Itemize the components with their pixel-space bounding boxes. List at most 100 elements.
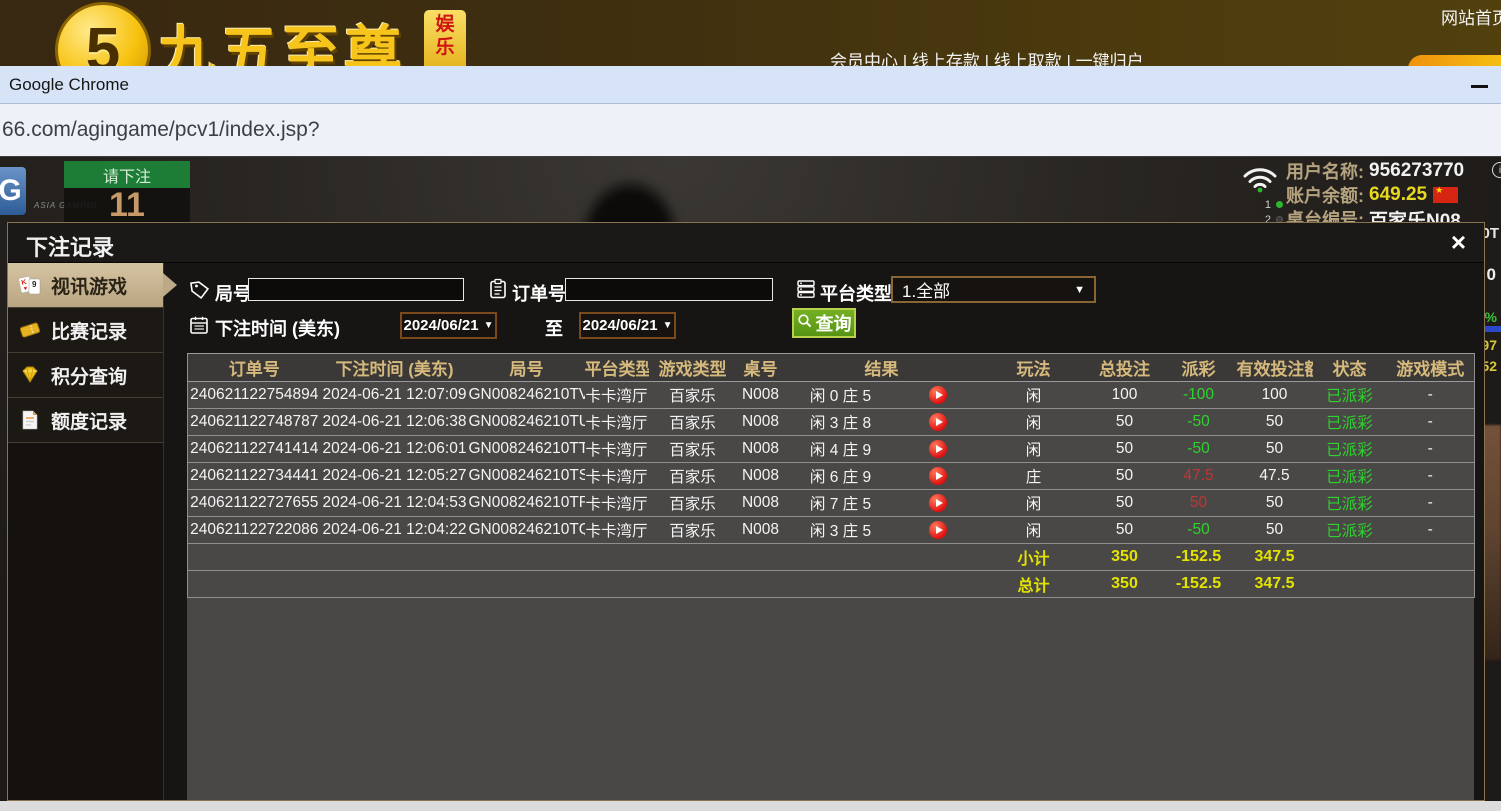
col-header-game-mode: 游戏模式 [1387,354,1475,382]
url-text[interactable]: 66.com/agingame/pcv1/index.jsp? [2,118,320,142]
col-header-playtype: 玩法 [979,354,1089,382]
bet-time-filter-label: 下注时间 (美东) [215,315,340,341]
cell-playtype: 闲 [979,382,1089,409]
diamond-icon [18,363,42,387]
cell-time: 2024-06-21 12:06:38 [321,409,469,436]
query-button[interactable]: 查询 [792,308,856,338]
replay-play-icon[interactable] [929,413,947,431]
replay-play-icon[interactable] [929,521,947,539]
cell-total-bet: 50 [1089,436,1161,463]
order-input[interactable] [565,278,773,301]
sidebar-item-match-records[interactable]: 比赛记录 [8,308,163,353]
cell-valid-bet: 50 [1237,490,1313,517]
cell-result: 闲 4 庄 9 [785,436,897,463]
seat-number: 1 [1265,199,1271,211]
cell-total-bet: 50 [1089,517,1161,544]
cell-valid-bet: 47.5 [1237,463,1313,490]
query-button-label: 查询 [816,310,852,336]
chevron-down-icon: ▼ [663,320,673,331]
cell-replay [897,490,979,517]
platform-select-value: 1.全部 [902,277,950,302]
date-from-select[interactable]: 2024/06/21 ▼ [400,312,497,339]
bottom-strip [0,801,1501,811]
cell-time: 2024-06-21 12:06:01 [321,436,469,463]
cell-round: GN008246210TQ [469,517,585,544]
bet-table-body: 2406211227548942024-06-21 12:07:09GN0082… [188,382,1475,598]
cell-status: 已派彩 [1313,490,1387,517]
cell-table: N008 [737,490,785,517]
cell-status: 已派彩 [1313,436,1387,463]
col-header-time: 下注时间 (美东) [321,354,469,382]
replay-play-icon[interactable] [929,440,947,458]
replay-play-icon[interactable] [929,494,947,512]
sidebar-item-quota-records[interactable]: 额度记录 [8,398,163,443]
cell-valid-bet: 347.5 [1237,544,1313,571]
cell-result: 闲 0 庄 5 [785,382,897,409]
sidebar-item-label: 积分查询 [51,362,127,389]
cell-platform: 卡卡湾厅 [585,490,649,517]
table-header-row: 订单号 下注时间 (美东) 局号 平台类型 游戏类型 桌号 结果 玩法 总投注 … [188,354,1475,382]
cell-table: N008 [737,463,785,490]
col-header-table: 桌号 [737,354,785,382]
cell-payout: -152.5 [1161,544,1237,571]
cell-round: GN008246210TR [469,490,585,517]
info-icon[interactable]: i [1492,162,1501,178]
platform-type-icon [795,278,817,300]
col-header-valid-bet: 有效投注额 [1237,354,1313,382]
date-to-select[interactable]: 2024/06/21 ▼ [579,312,676,339]
minimize-icon[interactable] [1471,85,1488,88]
cell-platform: 卡卡湾厅 [585,517,649,544]
sidebar-item-label: 比赛记录 [51,317,127,344]
col-header-payout: 派彩 [1161,354,1237,382]
replay-play-icon[interactable] [929,467,947,485]
cell-empty [469,571,585,598]
cell-payout: -100 [1161,382,1237,409]
date-to-label: 至 [545,315,563,341]
modal-title: 下注记录 [26,230,114,262]
home-link[interactable]: 网站首页 [1441,4,1501,29]
cell-time: 2024-06-21 12:05:27 [321,463,469,490]
cell-total-bet: 50 [1089,463,1161,490]
cell-empty [188,571,321,598]
cell-empty [1387,544,1475,571]
cell-valid-bet: 100 [1237,382,1313,409]
cell-result: 闲 6 庄 9 [785,463,897,490]
banner-cta-button[interactable] [1408,55,1501,66]
countdown-number: 11 [64,188,190,223]
cell-status: 已派彩 [1313,409,1387,436]
cell-total-bet: 100 [1089,382,1161,409]
badge-char: 娱 [435,14,454,35]
bet-table-panel: 订单号 下注时间 (美东) 局号 平台类型 游戏类型 桌号 结果 玩法 总投注 … [187,353,1474,800]
cell-empty [1313,571,1387,598]
sidebar-item-video-games[interactable]: K ♥ 9 视讯游戏 [8,263,163,308]
sidebar-item-points-query[interactable]: 积分查询 [8,353,163,398]
cell-empty [897,571,979,598]
percent-fragment: % [1485,309,1497,325]
round-input[interactable] [248,278,464,301]
chevron-down-icon: ▼ [484,320,494,331]
cell-game-mode: - [1387,463,1475,490]
cell-result: 闲 3 庄 5 [785,517,897,544]
platform-select[interactable]: 1.全部 ▼ [891,276,1096,303]
cell-payout: -152.5 [1161,571,1237,598]
cell-empty [469,544,585,571]
close-icon[interactable]: × [1451,229,1466,255]
table-row: 2406211227487872024-06-21 12:06:38GN0082… [188,409,1475,436]
user-name-value: 956273770 [1369,160,1464,182]
chrome-title-bar: Google Chrome [0,66,1501,104]
cell-empty [785,544,897,571]
replay-play-icon[interactable] [929,386,947,404]
col-header-platform: 平台类型 [585,354,649,382]
chevron-down-icon: ▼ [1074,284,1085,296]
cell-empty [737,544,785,571]
cell-platform: 卡卡湾厅 [585,436,649,463]
asia-gaming-logo: G [0,167,26,215]
sidebar-item-label: 视讯游戏 [51,272,127,299]
chrome-url-bar[interactable]: 66.com/agingame/pcv1/index.jsp? [0,104,1501,157]
table-row: 2406211227276552024-06-21 12:04:53GN0082… [188,490,1475,517]
cell-status: 已派彩 [1313,382,1387,409]
col-header-status: 状态 [1313,354,1387,382]
cell-round: GN008246210TS [469,463,585,490]
cell-game-mode: - [1387,436,1475,463]
member-nav-links[interactable]: 会员中心 | 线上存款 | 线上取款 | 一键归户 [830,47,1144,66]
